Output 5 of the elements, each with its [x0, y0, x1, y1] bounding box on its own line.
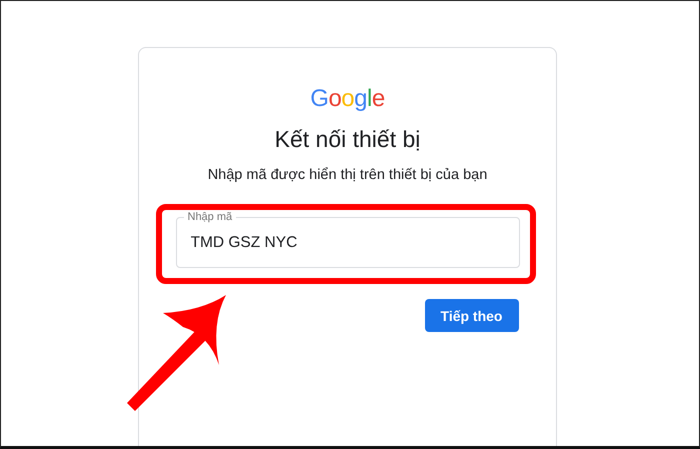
page-title: Kết nối thiết bị — [274, 125, 420, 154]
google-logo: Google — [310, 84, 385, 114]
field-label: Nhập mã — [184, 211, 236, 223]
next-button[interactable]: Tiếp theo — [424, 299, 518, 332]
instruction-text: Nhập mã được hiển thị trên thiết bị của bạn — [208, 167, 488, 183]
